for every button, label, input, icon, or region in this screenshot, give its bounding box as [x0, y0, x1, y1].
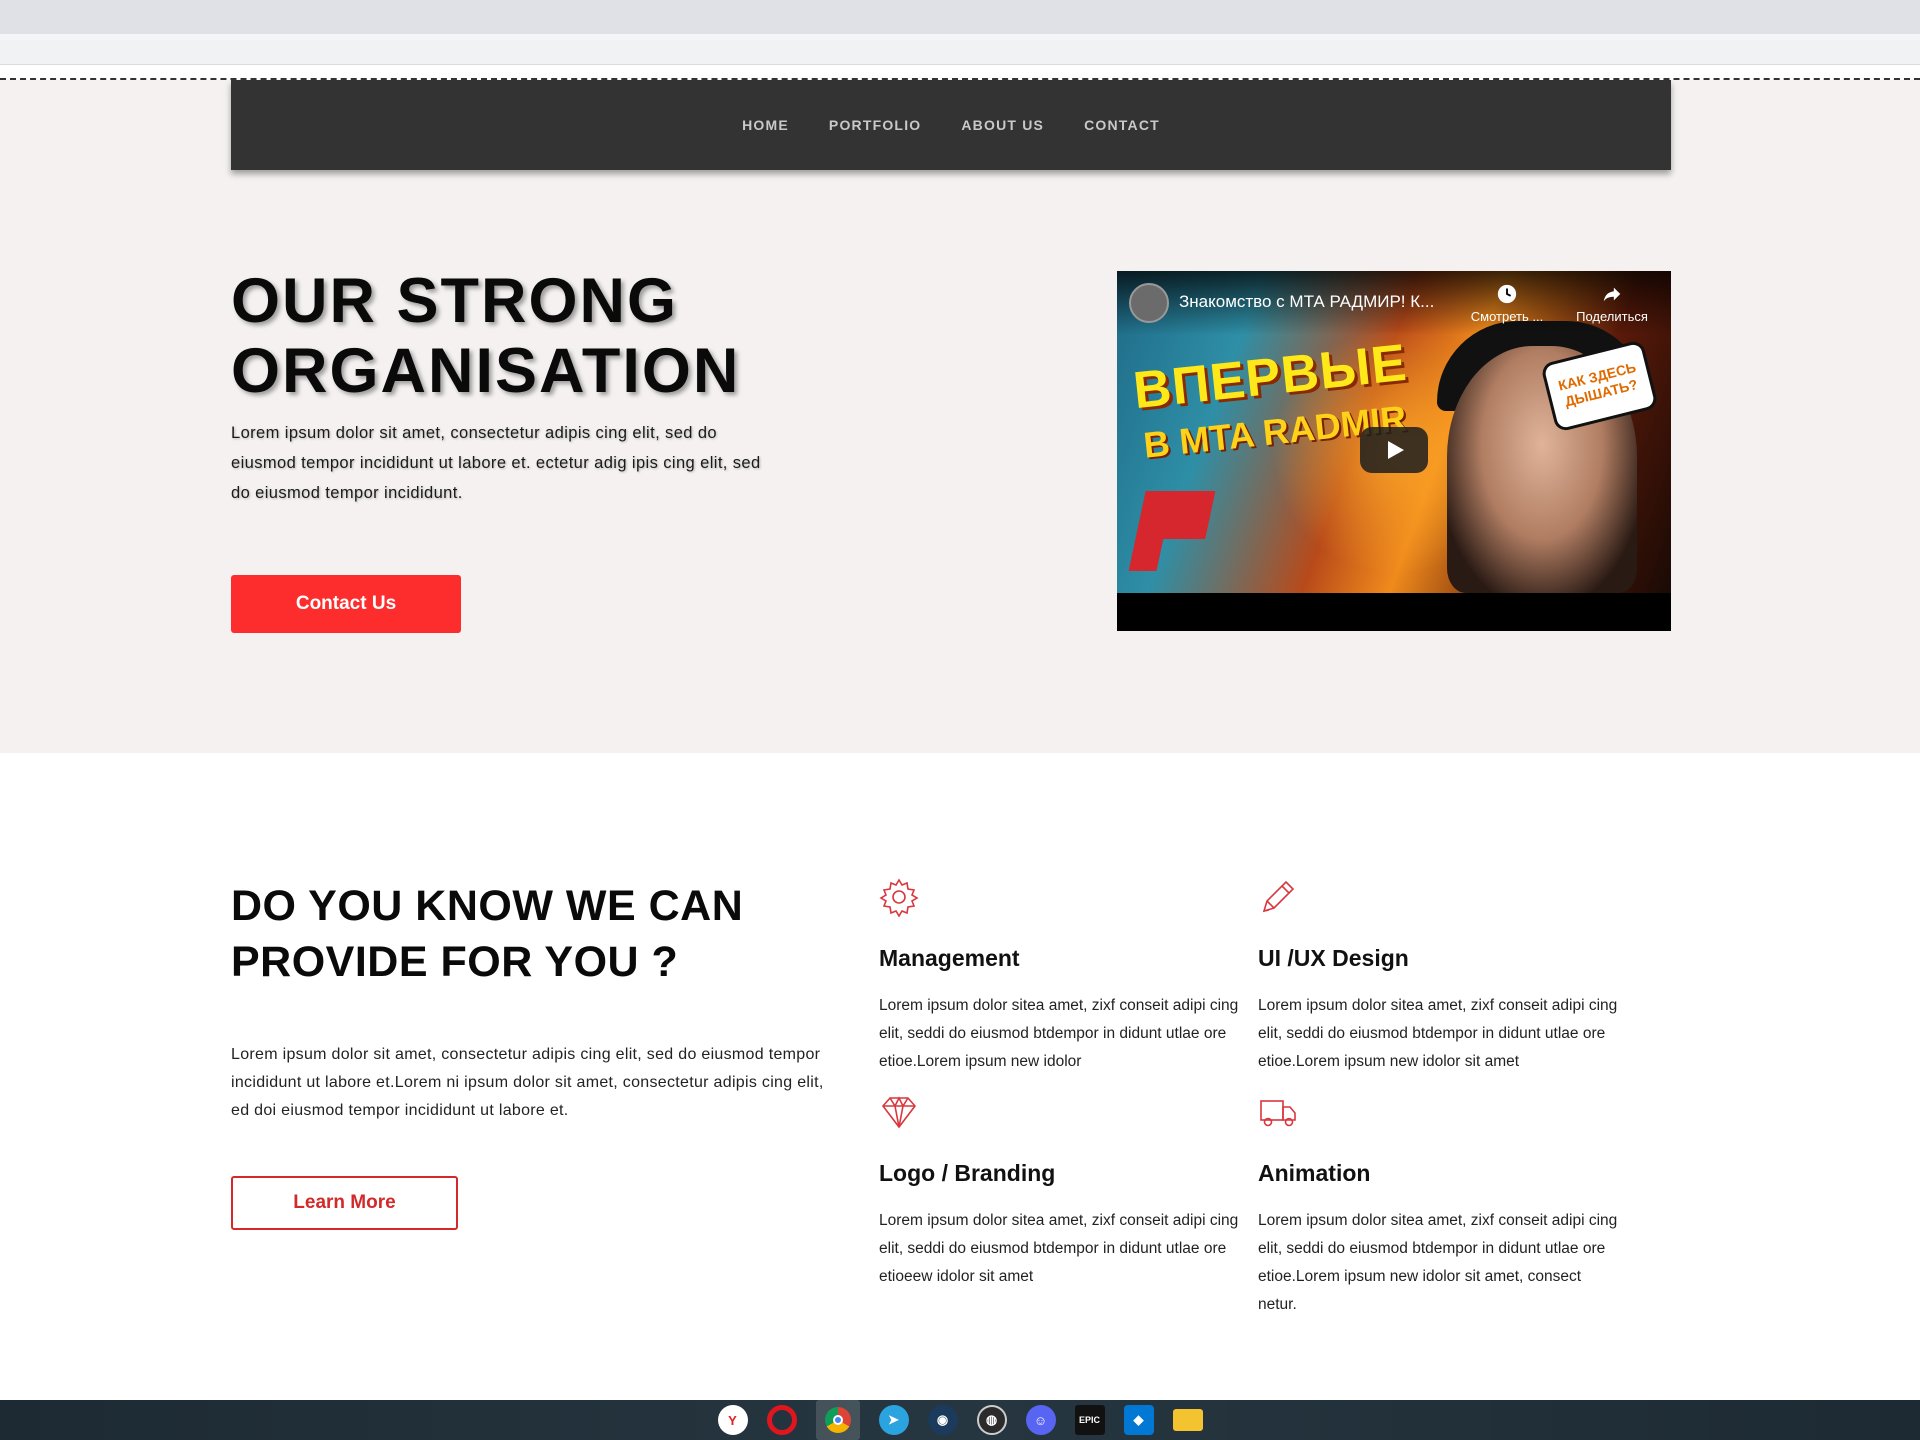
yandex-browser-icon[interactable]: Y [717, 1405, 748, 1435]
pencil-icon [1262, 880, 1295, 913]
feature-ui-ux-design: UI /UX Design Lorem ipsum dolor sitea am… [1258, 877, 1618, 1076]
clock-icon [1497, 284, 1517, 304]
nav-contact[interactable]: CONTACT [1084, 117, 1160, 133]
chrome-icon[interactable] [815, 1400, 860, 1440]
share-label: Поделиться [1576, 309, 1648, 324]
youtube-embed[interactable]: ВПЕРВЫЕ В MTA RADMIR КАК ЗДЕСЬ ДЫШАТЬ? З… [1117, 271, 1671, 631]
steam-icon[interactable]: ◉ [927, 1405, 958, 1435]
video-title[interactable]: Знакомство с МТА РАДМИР! К... [1179, 292, 1434, 312]
feature-text: Lorem ipsum dolor sitea amet, zixf conse… [879, 997, 1239, 1070]
vscode-icon[interactable]: ◆ [1123, 1405, 1154, 1435]
feature-title: Animation [1258, 1160, 1371, 1186]
feature-title: UI /UX Design [1258, 945, 1409, 971]
telegram-icon[interactable]: ➤ [878, 1405, 909, 1435]
share-button[interactable]: Поделиться [1562, 283, 1662, 324]
feature-text: Lorem ipsum dolor sitea amet, zixf conse… [1258, 997, 1618, 1070]
features-title-line1: DO YOU KNOW WE CAN [231, 882, 744, 930]
main-navbar: HOME PORTFOLIO ABOUT US CONTACT [231, 80, 1671, 170]
nav-portfolio[interactable]: PORTFOLIO [829, 117, 921, 133]
browser-bookmarks-bar [0, 40, 1920, 65]
hero-section: HOME PORTFOLIO ABOUT US CONTACT OUR STRO… [0, 80, 1920, 753]
opera-icon[interactable] [766, 1405, 797, 1435]
channel-avatar[interactable] [1129, 283, 1169, 323]
feature-title: Logo / Branding [879, 1160, 1056, 1186]
hero-title-line1: OUR STRONG [231, 266, 679, 336]
feature-text: Lorem ipsum dolor sitea amet, zixf conse… [879, 1212, 1239, 1285]
play-button[interactable] [1360, 427, 1428, 473]
obs-icon[interactable]: ◍ [976, 1405, 1007, 1435]
features-description: Lorem ipsum dolor sit amet, consectetur … [231, 1046, 824, 1119]
chrome-logo [824, 1407, 851, 1433]
features-title: DO YOU KNOW WE CAN PROVIDE FOR YOU ? [231, 878, 791, 990]
truck-icon [1260, 1100, 1296, 1127]
learn-more-button[interactable]: Learn More [231, 1176, 458, 1230]
nav-home[interactable]: HOME [742, 117, 789, 133]
features-title-line2: PROVIDE FOR YOU ? [231, 938, 679, 986]
contact-us-button[interactable]: Contact Us [231, 575, 461, 633]
feature-animation: Animation Lorem ipsum dolor sitea amet, … [1258, 1092, 1618, 1319]
hero-title: OUR STRONG ORGANISATION [231, 266, 851, 406]
share-icon [1603, 287, 1621, 302]
gear-icon [879, 878, 919, 917]
discord-icon[interactable]: ☺ [1025, 1405, 1056, 1435]
epic-games-icon[interactable]: EPIC [1074, 1405, 1105, 1435]
feature-title: Management [879, 945, 1020, 971]
hero-title-line2: ORGANISATION [231, 336, 741, 406]
hero-description: Lorem ipsum dolor sit amet, consectetur … [231, 424, 761, 502]
nav-about-us[interactable]: ABOUT US [961, 117, 1044, 133]
file-explorer-icon[interactable] [1172, 1409, 1203, 1431]
windows-taskbar: Y ➤ ◉ ◍ ☺ EPIC ◆ [0, 1400, 1920, 1440]
browser-tab-strip [0, 0, 1920, 34]
feature-management: Management Lorem ipsum dolor sitea amet,… [879, 877, 1239, 1076]
diamond-icon [881, 1096, 917, 1129]
page-top-margin [0, 65, 1920, 79]
feature-text: Lorem ipsum dolor sitea amet, zixf conse… [1258, 1212, 1618, 1313]
radmir-logo [1128, 491, 1215, 571]
watch-later-button[interactable]: Смотреть ... [1467, 283, 1547, 324]
watch-later-label: Смотреть ... [1470, 309, 1544, 324]
feature-logo-branding: Logo / Branding Lorem ipsum dolor sitea … [879, 1092, 1239, 1291]
